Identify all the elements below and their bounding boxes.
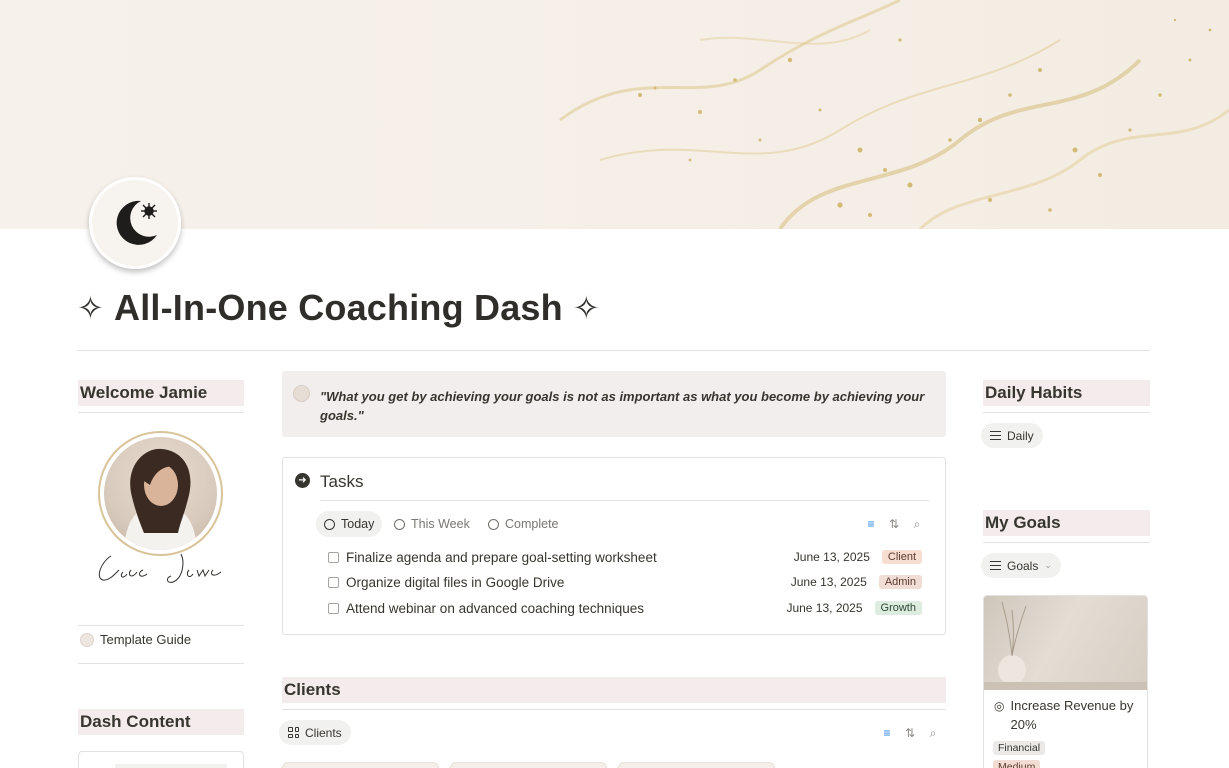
tasks-panel: ➜ Tasks Today This Week Complete ≡ ⇅ ⌕ F… <box>282 457 946 635</box>
sparkle-icon: ✧ <box>572 290 600 326</box>
task-date: June 13, 2025 <box>793 550 870 564</box>
task-row[interactable]: Finalize agenda and prepare goal-setting… <box>328 546 922 568</box>
chevron-down-icon[interactable]: ⌄ <box>1044 560 1052 571</box>
goal-card[interactable]: ◎ Increase Revenue by 20% Financial Medi… <box>983 595 1148 768</box>
callout-icon <box>293 385 310 402</box>
task-title[interactable]: Attend webinar on advanced coaching tech… <box>346 601 786 616</box>
task-title[interactable]: Finalize agenda and prepare goal-setting… <box>346 550 794 565</box>
client-card[interactable] <box>618 762 775 768</box>
arrow-circle-icon: ➜ <box>295 473 310 488</box>
goal-title-text: Increase Revenue by 20% <box>1010 698 1134 732</box>
filter-icon[interactable]: ≡ <box>879 725 895 741</box>
my-goals-heading: My Goals <box>983 510 1150 536</box>
tab-today[interactable]: Today <box>316 511 383 537</box>
template-guide-label: Template Guide <box>100 632 192 647</box>
client-card[interactable] <box>450 762 607 768</box>
search-icon[interactable]: ⌕ <box>909 516 925 532</box>
welcome-heading: Welcome Jamie <box>78 380 244 406</box>
task-row[interactable]: Attend webinar on advanced coaching tech… <box>328 597 922 619</box>
list-icon <box>990 431 1001 440</box>
filter-icon[interactable]: ≡ <box>863 516 879 532</box>
goal-priority-tag: Medium <box>993 760 1041 768</box>
divider <box>282 709 946 710</box>
divider <box>983 542 1150 543</box>
circle-icon <box>488 518 499 530</box>
gallery-icon <box>288 727 299 738</box>
task-date: June 13, 2025 <box>786 601 863 615</box>
divider <box>78 663 244 664</box>
dash-content-box[interactable] <box>78 751 244 768</box>
circle-icon <box>324 518 335 530</box>
sort-icon[interactable]: ⇅ <box>902 725 918 741</box>
profile-photo <box>124 448 197 550</box>
dash-content-heading: Dash Content <box>78 709 244 735</box>
daily-view-tab[interactable]: Daily <box>981 423 1043 448</box>
tab-label: Today <box>341 517 375 531</box>
sparkle-icon: ✧ <box>77 290 105 326</box>
page-icon-small <box>80 632 94 647</box>
goal-category-tag: Financial <box>993 741 1046 755</box>
avatar <box>98 431 223 556</box>
task-row[interactable]: Organize digital files in Google Drive J… <box>328 571 922 593</box>
view-label: Goals <box>1007 558 1039 573</box>
tasks-heading: Tasks <box>320 472 364 491</box>
task-tag: Growth <box>874 601 922 615</box>
view-label: Daily <box>1007 428 1034 443</box>
goal-title[interactable]: ◎ Increase Revenue by 20% <box>994 696 1144 734</box>
task-checkbox[interactable] <box>328 576 339 588</box>
daily-habits-heading: Daily Habits <box>983 380 1150 406</box>
task-tag: Admin <box>878 575 922 589</box>
task-date: June 13, 2025 <box>790 575 867 589</box>
view-label: Clients <box>305 725 342 740</box>
task-title[interactable]: Organize digital files in Google Drive <box>346 575 791 590</box>
divider <box>78 412 244 413</box>
cover-image <box>0 0 1229 229</box>
search-icon[interactable]: ⌕ <box>925 725 941 741</box>
tab-label: Complete <box>505 517 559 531</box>
task-checkbox[interactable] <box>328 551 339 563</box>
page-title: ✧ All-In-One Coaching Dash ✧ <box>77 287 600 329</box>
page-icon[interactable] <box>89 177 181 269</box>
goal-cover-image <box>984 596 1147 690</box>
clients-heading: Clients <box>282 677 946 703</box>
circle-icon <box>394 518 405 530</box>
page-title-text: All-In-One Coaching Dash <box>114 287 563 328</box>
gold-foil-decoration <box>559 0 1229 229</box>
tab-complete[interactable]: Complete <box>480 511 567 537</box>
divider <box>320 500 929 501</box>
template-guide-link[interactable]: Template Guide <box>80 632 191 647</box>
sort-icon[interactable]: ⇅ <box>886 516 902 532</box>
crescent-moon-star-icon <box>116 200 157 245</box>
divider <box>983 412 1150 413</box>
client-card[interactable] <box>282 762 439 768</box>
task-tag: Client <box>881 550 922 564</box>
tab-label: This Week <box>411 517 470 531</box>
divider <box>78 625 244 626</box>
title-divider <box>77 350 1150 351</box>
list-icon <box>990 561 1001 570</box>
target-icon: ◎ <box>994 699 1005 713</box>
vase-photo <box>984 601 1147 690</box>
tab-this-week[interactable]: This Week <box>386 511 478 537</box>
clients-view-tab[interactable]: Clients <box>279 720 351 745</box>
task-checkbox[interactable] <box>328 602 339 614</box>
quote-callout: "What you get by achieving your goals is… <box>282 371 946 437</box>
quote-text: "What you get by achieving your goals is… <box>320 389 925 423</box>
goals-view-tab[interactable]: Goals ⌄ <box>981 553 1061 578</box>
signature-coach-jamie <box>98 553 222 583</box>
